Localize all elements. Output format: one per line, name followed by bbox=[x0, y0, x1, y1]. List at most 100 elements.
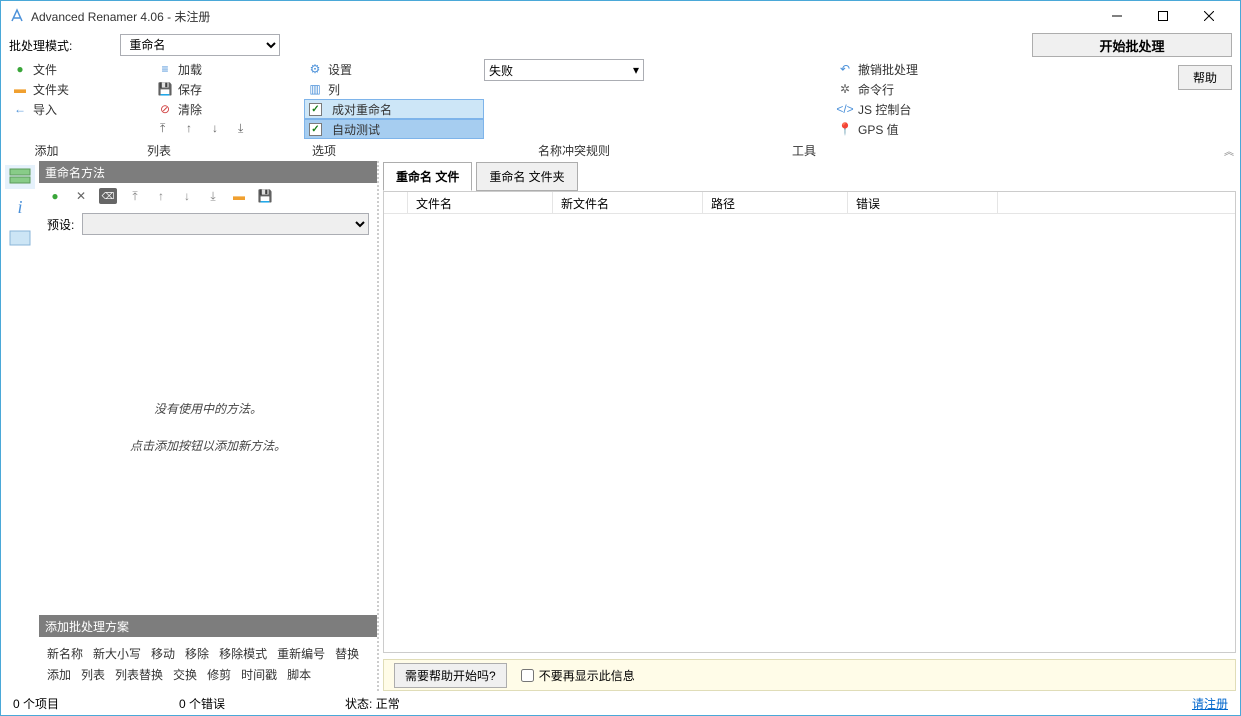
tag-timestamp[interactable]: 时间戳 bbox=[241, 666, 277, 683]
section-collision-label: 名称冲突规则 bbox=[414, 142, 734, 159]
col-filename[interactable]: 文件名 bbox=[408, 192, 553, 213]
tag-remove-pattern[interactable]: 移除模式 bbox=[219, 645, 267, 662]
clear-icon: ⊘ bbox=[158, 102, 172, 116]
move-up-icon[interactable]: ↑ bbox=[186, 121, 200, 137]
batch-mode-label: 批处理模式: bbox=[9, 37, 72, 54]
content-tabs: 重命名 文件 重命名 文件夹 bbox=[379, 161, 1240, 191]
settings-button[interactable]: ⚙设置 bbox=[304, 59, 484, 79]
add-folders-button[interactable]: ▬文件夹 bbox=[9, 79, 154, 99]
col-error[interactable]: 错误 bbox=[848, 192, 998, 213]
pair-rename-toggle[interactable]: 成对重命名 bbox=[304, 99, 484, 119]
tag-renumber[interactable]: 重新编号 bbox=[277, 645, 325, 662]
content-panel: 重命名 文件 重命名 文件夹 文件名 新文件名 路径 错误 需要帮助开始吗? 不… bbox=[379, 161, 1240, 691]
batch-mode-select[interactable]: 重命名 bbox=[120, 34, 280, 56]
window-title: Advanced Renamer 4.06 - 未注册 bbox=[31, 8, 1094, 25]
dont-show-text: 不要再显示此信息 bbox=[539, 667, 635, 684]
remove-method-icon[interactable]: ✕ bbox=[73, 188, 89, 204]
tab-rename-files[interactable]: 重命名 文件 bbox=[383, 162, 472, 191]
window-controls bbox=[1094, 1, 1232, 31]
collision-rule-select[interactable]: 失败▾ bbox=[484, 59, 644, 81]
col-new-filename[interactable]: 新文件名 bbox=[553, 192, 703, 213]
maximize-button[interactable] bbox=[1140, 1, 1186, 31]
file-table: 文件名 新文件名 路径 错误 bbox=[383, 191, 1236, 653]
methods-empty-state: 没有使用中的方法。 点击添加按钮以添加新方法。 bbox=[39, 239, 377, 615]
sidebar-methods-icon[interactable] bbox=[5, 165, 35, 189]
method-down-icon[interactable]: ↓ bbox=[179, 188, 195, 204]
preset-select[interactable] bbox=[82, 213, 369, 235]
dont-show-checkbox-label[interactable]: 不要再显示此信息 bbox=[521, 667, 635, 684]
load-button[interactable]: ≡加载 bbox=[154, 59, 304, 79]
corner-cell[interactable] bbox=[384, 192, 408, 213]
cmdline-button[interactable]: ✲命令行 bbox=[834, 79, 1014, 99]
code-icon: </> bbox=[838, 102, 852, 116]
sidebar-info-icon[interactable]: i bbox=[5, 195, 35, 219]
help-button[interactable]: 帮助 bbox=[1178, 65, 1232, 90]
tag-list[interactable]: 列表 bbox=[81, 666, 105, 683]
plus-icon: ● bbox=[13, 62, 27, 76]
need-help-button[interactable]: 需要帮助开始吗? bbox=[394, 663, 507, 688]
file-table-body[interactable] bbox=[384, 214, 1235, 652]
tab-rename-folders[interactable]: 重命名 文件夹 bbox=[476, 162, 577, 191]
method-folder-icon[interactable]: ▬ bbox=[231, 188, 247, 204]
dont-show-checkbox[interactable] bbox=[521, 669, 534, 682]
status-state-label: 状态: bbox=[345, 695, 372, 712]
import-button[interactable]: ←导入 bbox=[9, 99, 154, 119]
save-button[interactable]: 💾保存 bbox=[154, 79, 304, 99]
sidebar-left: i bbox=[1, 161, 39, 691]
backspace-icon[interactable]: ⌫ bbox=[99, 188, 117, 204]
move-top-icon[interactable]: ⤒ bbox=[160, 121, 174, 137]
move-bottom-icon[interactable]: ⤓ bbox=[238, 121, 252, 137]
js-console-button[interactable]: </>JS 控制台 bbox=[834, 99, 1014, 119]
methods-header: 重命名方法 bbox=[39, 161, 377, 183]
method-bottom-icon[interactable]: ⤓ bbox=[205, 188, 221, 204]
scheme-tags: 新名称 新大小写 移动 移除 移除模式 重新编号 替换 添加 列表 列表替换 交… bbox=[39, 637, 377, 691]
columns-button[interactable]: ▥列 bbox=[304, 79, 484, 99]
auto-test-toggle[interactable]: 自动测试 bbox=[304, 119, 484, 139]
tag-list-replace[interactable]: 列表替换 bbox=[115, 666, 163, 683]
section-tools-label: 工具 bbox=[734, 142, 874, 159]
preset-label: 预设: bbox=[47, 216, 74, 233]
method-top-icon[interactable]: ⤒ bbox=[127, 188, 143, 204]
tag-swap[interactable]: 交换 bbox=[173, 666, 197, 683]
col-path[interactable]: 路径 bbox=[703, 192, 848, 213]
move-down-icon[interactable]: ↓ bbox=[212, 121, 226, 137]
tag-replace[interactable]: 替换 bbox=[335, 645, 359, 662]
methods-panel: 重命名方法 ● ✕ ⌫ ⤒ ↑ ↓ ⤓ ▬ 💾 预设: 没有使用中的方法。 点击… bbox=[39, 161, 379, 691]
tag-move[interactable]: 移动 bbox=[151, 645, 175, 662]
tag-remove[interactable]: 移除 bbox=[185, 645, 209, 662]
checkbox-icon bbox=[309, 103, 322, 116]
sidebar-folder-icon[interactable] bbox=[5, 225, 35, 249]
method-save-icon[interactable]: 💾 bbox=[257, 188, 273, 204]
add-method-icon[interactable]: ● bbox=[47, 188, 63, 204]
tag-new-name[interactable]: 新名称 bbox=[47, 645, 83, 662]
collapse-toolbar-icon[interactable]: ︽ bbox=[1224, 143, 1234, 158]
undo-batch-button[interactable]: ↶撤销批处理 bbox=[834, 59, 1014, 79]
tag-trim[interactable]: 修剪 bbox=[207, 666, 231, 683]
close-button[interactable] bbox=[1186, 1, 1232, 31]
minimize-button[interactable] bbox=[1094, 1, 1140, 31]
methods-toolbar: ● ✕ ⌫ ⤒ ↑ ↓ ⤓ ▬ 💾 bbox=[39, 183, 377, 209]
preset-row: 预设: bbox=[39, 209, 377, 239]
add-files-button[interactable]: ●文件 bbox=[9, 59, 154, 79]
import-icon: ← bbox=[13, 102, 27, 116]
batch-scheme-header: 添加批处理方案 bbox=[39, 615, 377, 637]
undo-icon: ↶ bbox=[838, 62, 852, 76]
clear-button[interactable]: ⊘清除 bbox=[154, 99, 304, 119]
toolbar-area: 帮助 ●文件 ▬文件夹 ←导入 ≡加载 💾保存 ⊘清除 ⤒ ↑ ↓ ⤓ ⚙设置 … bbox=[1, 59, 1240, 139]
settings-icon: ⚙ bbox=[308, 62, 322, 76]
tag-add[interactable]: 添加 bbox=[47, 666, 71, 683]
collision-rule-value: 失败 bbox=[489, 62, 513, 79]
register-link[interactable]: 请注册 bbox=[1192, 695, 1228, 712]
gps-button[interactable]: 📍GPS 值 bbox=[834, 119, 1014, 139]
start-batch-button[interactable]: 开始批处理 bbox=[1032, 33, 1232, 57]
empty-line-2: 点击添加按钮以添加新方法。 bbox=[130, 437, 286, 454]
app-logo-icon bbox=[9, 8, 25, 24]
method-up-icon[interactable]: ↑ bbox=[153, 188, 169, 204]
tag-script[interactable]: 脚本 bbox=[287, 666, 311, 683]
main-area: i 重命名方法 ● ✕ ⌫ ⤒ ↑ ↓ ⤓ ▬ 💾 预设: 没有使用中的方法。 … bbox=[1, 161, 1240, 691]
toolbar-section-labels: 添加 列表 选项 名称冲突规则 工具 bbox=[1, 139, 1240, 161]
tag-new-case[interactable]: 新大小写 bbox=[93, 645, 141, 662]
toolbar-col-add: ●文件 ▬文件夹 ←导入 bbox=[9, 59, 154, 139]
list-arrows: ⤒ ↑ ↓ ⤓ bbox=[154, 119, 304, 139]
empty-line-1: 没有使用中的方法。 bbox=[154, 400, 262, 417]
